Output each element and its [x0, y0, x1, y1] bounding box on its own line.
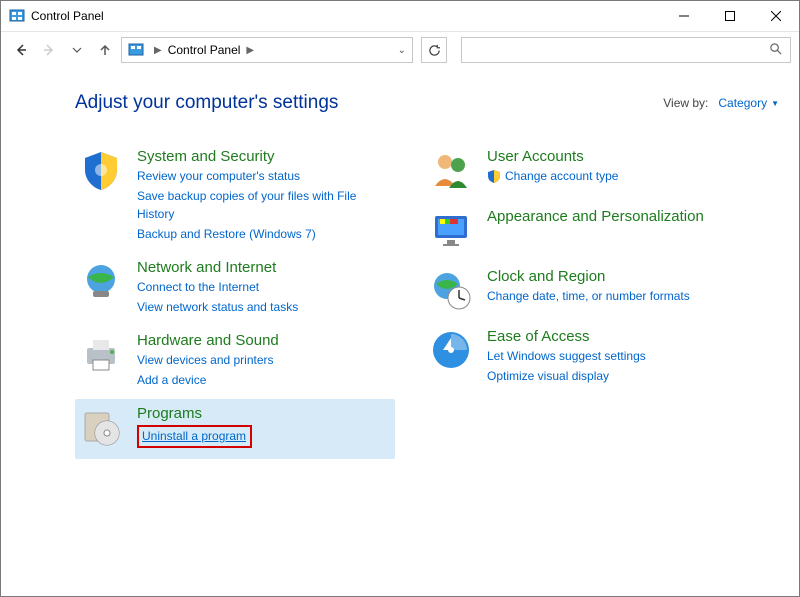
category-title[interactable]: Clock and Region: [487, 268, 690, 285]
forward-button[interactable]: [37, 38, 61, 62]
category-ease-of-access[interactable]: Ease of Access Let Windows suggest setti…: [425, 322, 735, 395]
uac-shield-icon: [487, 169, 501, 183]
shield-icon: [79, 148, 123, 192]
category-title[interactable]: Programs: [137, 405, 252, 422]
up-button[interactable]: [93, 38, 117, 62]
category-link[interactable]: View network status and tasks: [137, 298, 298, 316]
content-header: Adjust your computer's settings View by:…: [75, 92, 779, 114]
highlight-annotation: Uninstall a program: [137, 425, 252, 448]
address-history-dropdown[interactable]: ⌄: [392, 45, 412, 56]
people-icon: [429, 148, 473, 192]
category-user-accounts[interactable]: User Accounts Change account type: [425, 142, 735, 202]
disc-icon: [79, 405, 123, 449]
category-link[interactable]: Backup and Restore (Windows 7): [137, 225, 391, 243]
category-link[interactable]: Add a device: [137, 371, 279, 389]
chevron-down-icon: ▼: [771, 99, 779, 108]
ease-of-access-icon: [429, 328, 473, 372]
category-clock-region[interactable]: Clock and Region Change date, time, or n…: [425, 262, 735, 322]
category-link[interactable]: Let Windows suggest settings: [487, 347, 646, 365]
category-appearance[interactable]: Appearance and Personalization: [425, 202, 735, 262]
breadcrumb-root[interactable]: Control Panel: [166, 43, 243, 57]
breadcrumb-separator-icon[interactable]: ▶: [242, 45, 258, 56]
window-title: Control Panel: [31, 9, 104, 23]
view-by-label: View by:: [663, 96, 708, 110]
category-columns: System and Security Review your computer…: [75, 142, 779, 459]
category-link[interactable]: Change date, time, or number formats: [487, 287, 690, 305]
breadcrumb-separator-icon[interactable]: ▶: [150, 45, 166, 56]
category-title[interactable]: Network and Internet: [137, 259, 298, 276]
category-system-security[interactable]: System and Security Review your computer…: [75, 142, 395, 253]
view-by-value: Category: [718, 96, 767, 110]
category-link[interactable]: Connect to the Internet: [137, 278, 298, 296]
minimize-button[interactable]: [661, 1, 707, 31]
recent-locations-button[interactable]: [65, 38, 89, 62]
page-heading: Adjust your computer's settings: [75, 92, 338, 114]
back-button[interactable]: [9, 38, 33, 62]
control-panel-icon: [128, 42, 144, 58]
content-area: Adjust your computer's settings View by:…: [1, 68, 799, 596]
address-bar[interactable]: ▶ Control Panel ▶ ⌄: [121, 37, 413, 63]
clock-globe-icon: [429, 268, 473, 312]
search-box[interactable]: [461, 37, 791, 63]
control-panel-window: Control Panel ▶ Control Panel ▶ ⌄: [0, 0, 800, 597]
category-link[interactable]: View devices and printers: [137, 351, 279, 369]
category-title[interactable]: System and Security: [137, 148, 391, 165]
category-link-uninstall[interactable]: Uninstall a program: [142, 429, 246, 443]
control-panel-icon: [9, 8, 25, 24]
close-button[interactable]: [753, 1, 799, 31]
view-by-control: View by: Category ▼: [663, 96, 779, 110]
refresh-button[interactable]: [421, 37, 447, 63]
category-programs[interactable]: Programs Uninstall a program: [75, 399, 395, 459]
category-hardware-sound[interactable]: Hardware and Sound View devices and prin…: [75, 326, 395, 399]
titlebar: Control Panel: [1, 1, 799, 32]
category-link[interactable]: Optimize visual display: [487, 367, 646, 385]
category-title[interactable]: User Accounts: [487, 148, 618, 165]
category-network-internet[interactable]: Network and Internet Connect to the Inte…: [75, 253, 395, 326]
navigation-bar: ▶ Control Panel ▶ ⌄: [1, 32, 799, 68]
search-icon: [761, 42, 790, 58]
category-title[interactable]: Ease of Access: [487, 328, 646, 345]
category-link[interactable]: Review your computer's status: [137, 167, 391, 185]
printer-icon: [79, 332, 123, 376]
left-column: System and Security Review your computer…: [75, 142, 395, 459]
category-link[interactable]: Change account type: [505, 167, 618, 185]
category-title[interactable]: Hardware and Sound: [137, 332, 279, 349]
category-title[interactable]: Appearance and Personalization: [487, 208, 704, 225]
maximize-button[interactable]: [707, 1, 753, 31]
view-by-dropdown[interactable]: Category ▼: [718, 96, 779, 110]
right-column: User Accounts Change account type: [425, 142, 735, 459]
category-link[interactable]: Save backup copies of your files with Fi…: [137, 187, 391, 223]
globe-icon: [79, 259, 123, 303]
monitor-icon: [429, 208, 473, 252]
